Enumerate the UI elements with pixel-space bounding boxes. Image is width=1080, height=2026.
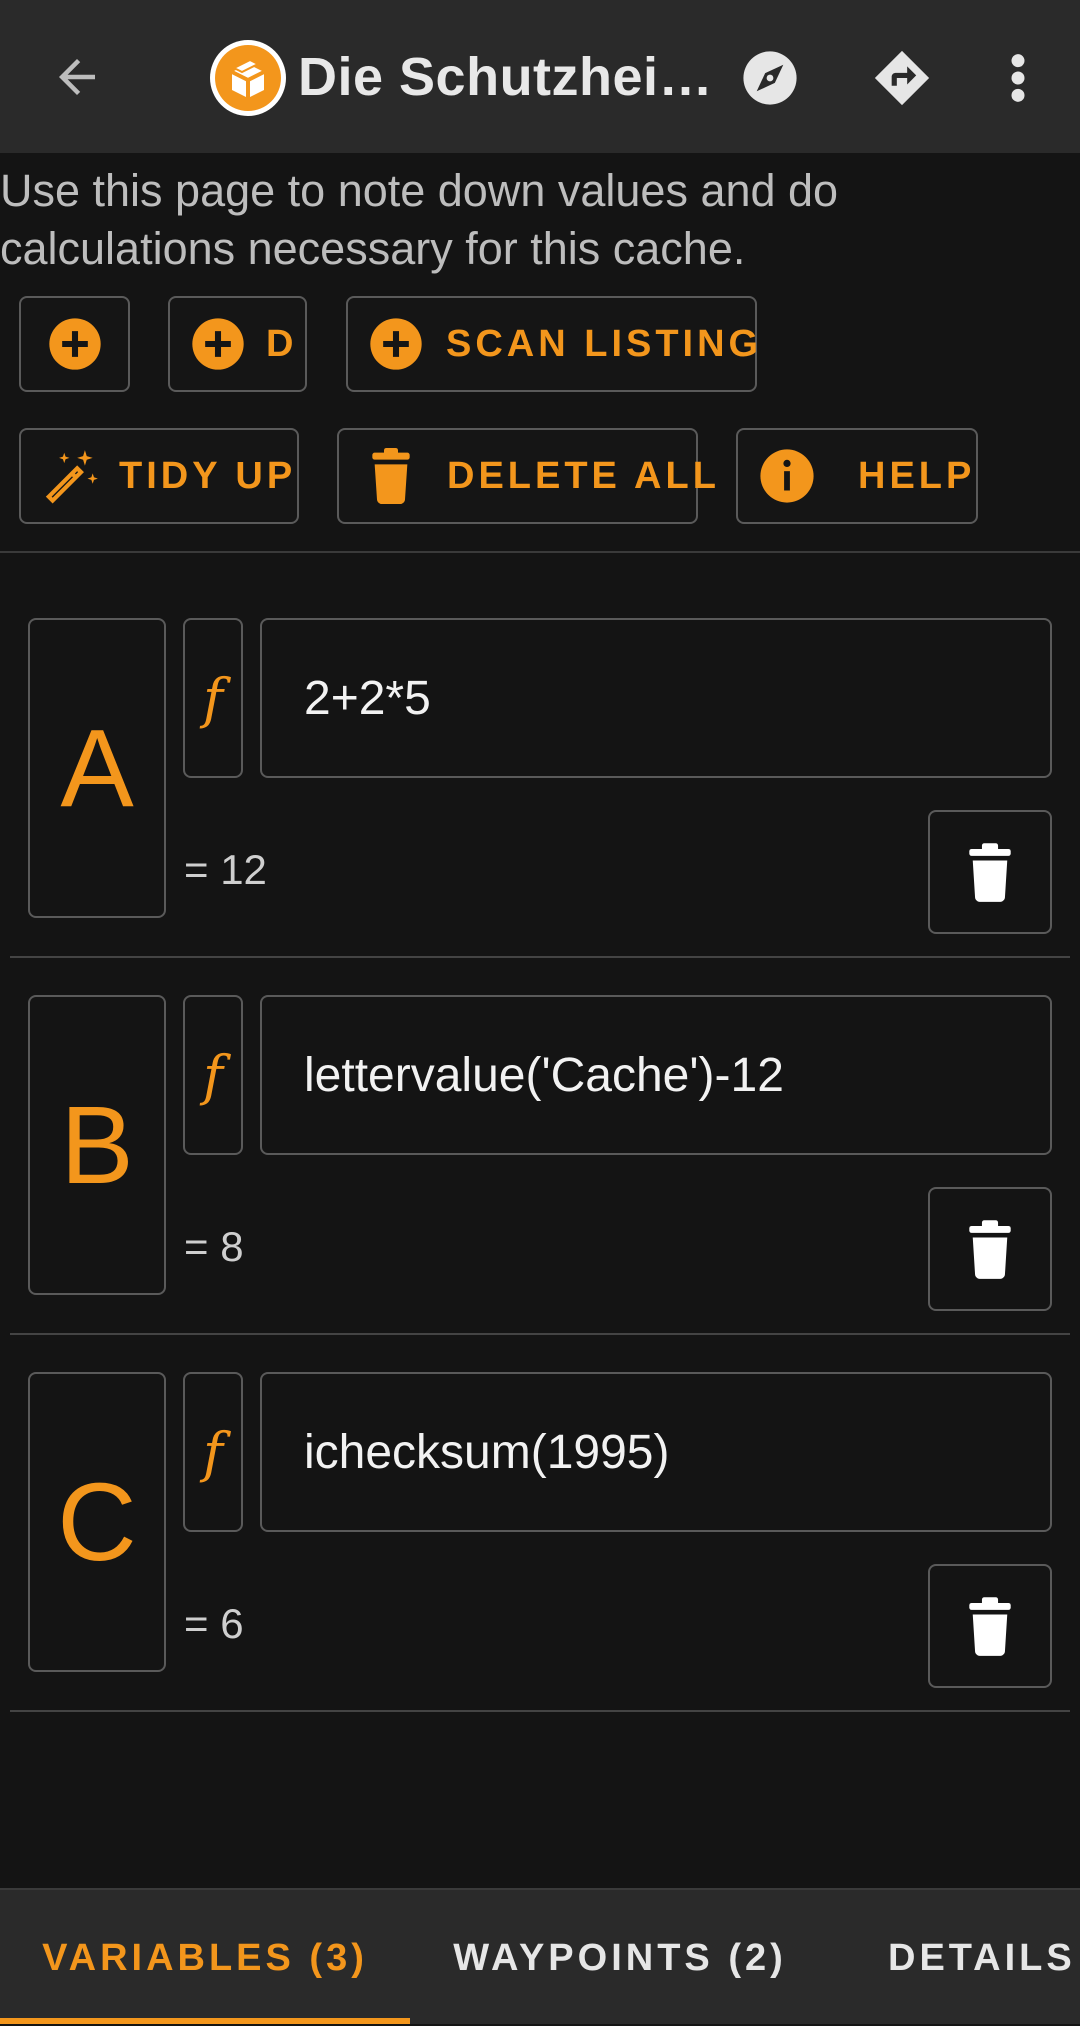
more-menu-button[interactable]: [990, 38, 1046, 118]
formula-input[interactable]: 2+2*5: [260, 618, 1052, 778]
back-button[interactable]: [38, 38, 116, 116]
magic-wand-icon: [41, 445, 103, 507]
variable-result: = 6: [184, 1600, 244, 1647]
tab-variables[interactable]: VARIABLES (3): [0, 1890, 410, 2026]
trash-icon: [969, 843, 1011, 902]
trash-icon: [969, 1597, 1011, 1656]
row-divider: [10, 1333, 1070, 1335]
tidy-up-button[interactable]: TIDY UP: [19, 428, 299, 524]
variable-row-b: B f lettervalue('Cache')-12 = 8: [0, 995, 1080, 1373]
navigate-button[interactable]: [862, 38, 942, 118]
formula-toggle-button[interactable]: f: [183, 618, 243, 778]
variable-letter[interactable]: A: [28, 618, 166, 918]
help-button[interactable]: HELP: [736, 428, 978, 524]
add-variable-d-label: D: [266, 322, 298, 365]
variable-result: = 12: [184, 846, 267, 893]
compass-icon: [743, 51, 797, 105]
tab-waypoints[interactable]: WAYPOINTS (2): [430, 1890, 810, 2026]
row-divider: [10, 1710, 1070, 1712]
formula-toggle-button[interactable]: f: [183, 995, 243, 1155]
add-circle-icon: [190, 316, 246, 372]
tab-details[interactable]: DETAILS: [860, 1890, 1080, 2026]
delete-variable-button[interactable]: [928, 1187, 1052, 1311]
variable-letter[interactable]: B: [28, 995, 166, 1295]
info-icon: [758, 447, 816, 505]
tidy-up-label: TIDY UP: [119, 454, 297, 497]
delete-all-button[interactable]: DELETE ALL: [337, 428, 716, 524]
delete-variable-button[interactable]: [928, 810, 1052, 934]
cache-type-icon: [208, 38, 288, 118]
page-title: Die Schutzhei…: [298, 47, 714, 107]
scan-listing-button[interactable]: SCAN LISTING: [346, 296, 758, 392]
formula-input[interactable]: ichecksum(1995): [260, 1372, 1052, 1532]
variable-result: = 8: [184, 1223, 244, 1270]
delete-all-label: DELETE ALL: [447, 454, 720, 497]
row-divider: [10, 956, 1070, 958]
directions-icon: [874, 50, 930, 106]
help-label: HELP: [858, 454, 976, 497]
variable-row-a: A f 2+2*5 = 12: [0, 618, 1080, 996]
scan-listing-label: SCAN LISTING: [446, 322, 763, 365]
variable-letter[interactable]: C: [28, 1372, 166, 1672]
tab-bar: VARIABLES (3) WAYPOINTS (2) DETAILS: [0, 1888, 1080, 2024]
formula-toggle-button[interactable]: f: [183, 1372, 243, 1532]
section-divider: [0, 551, 1080, 553]
more-vert-icon: [1011, 54, 1025, 102]
delete-variable-button[interactable]: [928, 1564, 1052, 1688]
compass-button[interactable]: [730, 38, 810, 118]
arrow-left-icon: [59, 59, 95, 95]
add-circle-icon: [47, 316, 103, 372]
trash-icon: [367, 448, 415, 504]
variable-row-c: C f ichecksum(1995) = 6: [0, 1372, 1080, 1750]
selected-tab-indicator: [0, 2018, 410, 2024]
trash-icon: [969, 1220, 1011, 1279]
add-variable-button[interactable]: [19, 296, 130, 392]
add-variable-d-button[interactable]: D: [168, 296, 307, 392]
intro-text: Use this page to note down values and do…: [0, 165, 839, 274]
app-bar: Die Schutzhei…: [0, 0, 1080, 153]
formula-input[interactable]: lettervalue('Cache')-12: [260, 995, 1052, 1155]
add-circle-icon: [368, 316, 424, 372]
